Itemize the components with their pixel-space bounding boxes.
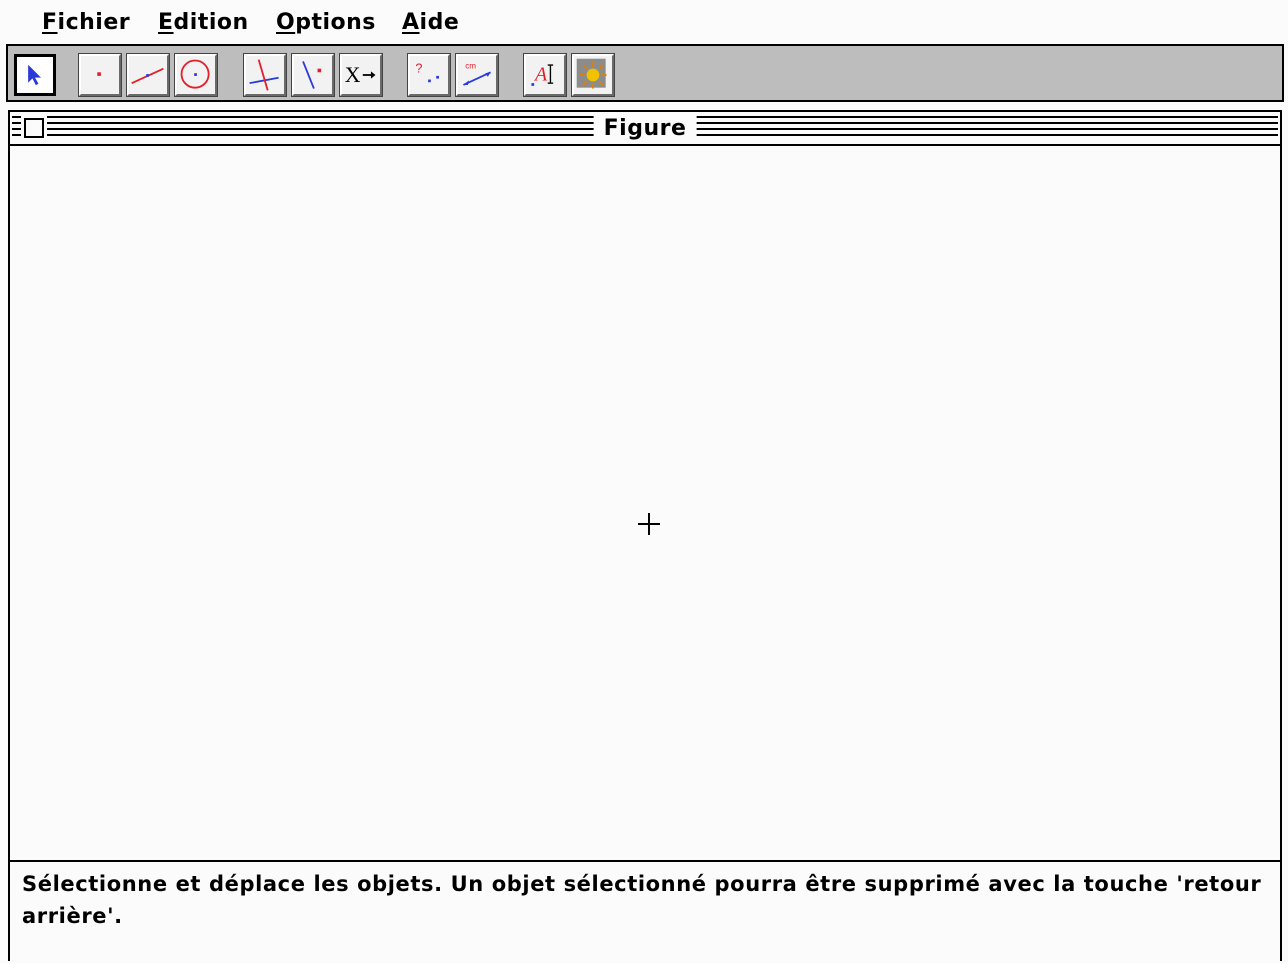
parallel-tool-button[interactable] [291,53,335,97]
transform-x-icon: X [345,63,376,87]
hide-show-tool-button[interactable] [571,53,615,97]
transform-tool-button[interactable]: X [339,53,383,97]
menu-aide[interactable]: Aide [402,9,459,37]
circle-tool-button[interactable] [174,53,218,97]
close-box-icon[interactable] [21,115,47,141]
property-tool-button[interactable]: ? [407,53,451,97]
toolbar: X ? cm A [6,44,1284,102]
perpendicular-tool-button[interactable] [243,53,287,97]
line-icon [131,67,164,84]
hide-show-icon [576,58,607,89]
menu-fichier[interactable]: Fichier [42,9,130,37]
line-tool-button[interactable] [126,53,170,97]
parallel-icon [302,61,322,89]
figure-window: Figure Sélectionne et déplace les objets… [8,110,1282,963]
drawing-canvas[interactable] [10,146,1280,862]
svg-text:X: X [345,63,361,87]
arrow-pointer-icon [28,64,41,86]
circle-icon [180,59,210,89]
point-tool-button[interactable] [78,53,122,97]
window-title: Figure [593,116,697,142]
menu-options[interactable]: Options [276,9,376,37]
svg-text:?: ? [415,61,422,75]
crosshair-cursor-icon [638,513,660,535]
svg-text:cm: cm [465,62,476,71]
window-titlebar[interactable]: Figure [10,112,1280,146]
menu-options-label: ptions [295,10,376,35]
svg-text:A: A [533,63,548,85]
measure-tool-button[interactable]: cm [455,53,499,97]
point-icon [97,72,101,76]
question-points-icon: ? [415,61,439,83]
menu-bar: Fichier Edition Options Aide [0,0,1288,44]
status-message: Sélectionne et déplace les objets. Un ob… [22,872,1262,928]
menu-aide-label: ide [419,10,460,35]
text-label-icon: A [531,63,554,86]
menu-fichier-mnemonic: F [42,10,58,35]
menu-edition-label: dition [173,10,249,35]
menu-options-mnemonic: O [276,10,296,35]
text-tool-button[interactable]: A [523,53,567,97]
menu-fichier-label: ichier [57,10,131,35]
menu-aide-mnemonic: A [402,10,420,35]
select-tool-button[interactable] [14,54,56,96]
measure-cm-icon: cm [463,62,491,86]
menu-edition-mnemonic: E [158,10,174,35]
perpendicular-icon [249,59,279,91]
menu-edition[interactable]: Edition [158,9,249,37]
status-panel: Sélectionne et déplace les objets. Un ob… [10,860,1280,963]
